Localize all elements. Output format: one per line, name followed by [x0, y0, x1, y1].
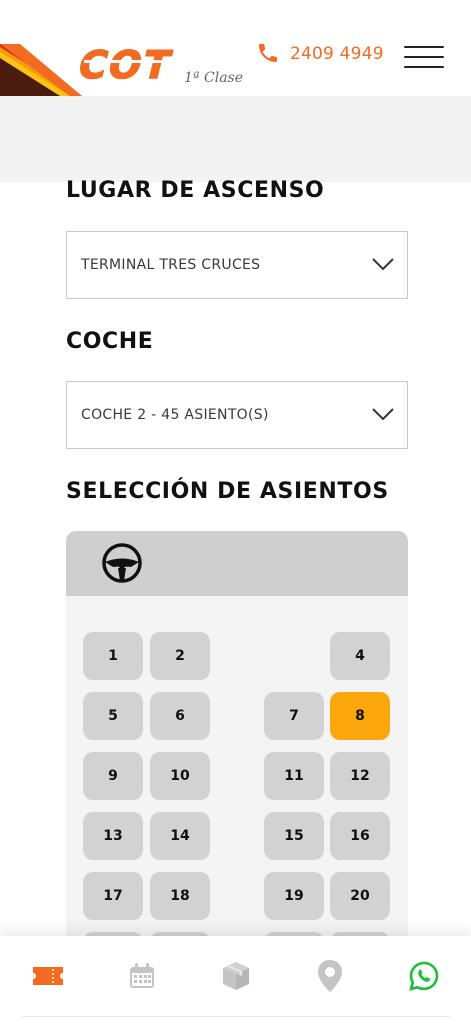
seat-8[interactable]: 8 — [330, 692, 390, 740]
phone-number[interactable]: 2409 4949 — [290, 44, 384, 64]
seat-selection-title: SELECCIÓN DE ASIENTOS — [66, 479, 389, 504]
seat-19[interactable]: 19 — [264, 872, 324, 920]
menu-line — [404, 46, 444, 48]
seat-16[interactable]: 16 — [330, 812, 390, 860]
calendar-icon — [130, 963, 154, 988]
ticket-icon — [33, 967, 63, 985]
whatsapp-icon — [409, 961, 439, 991]
seat-11[interactable]: 11 — [264, 752, 324, 800]
home-indicator-line — [22, 1016, 450, 1017]
nav-whatsapp[interactable] — [401, 956, 447, 996]
seat-17[interactable]: 17 — [83, 872, 143, 920]
header-spacer-band — [0, 96, 471, 182]
bottom-navigation — [0, 936, 471, 1024]
seat-18[interactable]: 18 — [150, 872, 210, 920]
seat-15[interactable]: 15 — [264, 812, 324, 860]
seat-6[interactable]: 6 — [150, 692, 210, 740]
seat-20[interactable]: 20 — [330, 872, 390, 920]
boarding-title: LUGAR DE ASCENSO — [66, 178, 325, 203]
steering-wheel-icon — [102, 543, 142, 583]
coach-title: COCHE — [66, 329, 154, 354]
coach-select[interactable]: COCHE 2 - 45 ASIENTO(S) — [66, 381, 408, 449]
app-header: COT 1ª Clase 2409 4949 — [0, 0, 471, 96]
nav-packages[interactable] — [213, 956, 259, 996]
hamburger-menu-button[interactable] — [404, 44, 446, 70]
logo-subtext: 1ª Clase — [184, 70, 243, 86]
location-pin-icon — [318, 960, 342, 992]
chevron-down-icon — [372, 408, 394, 421]
boarding-select-value: TERMINAL TRES CRUCES — [81, 257, 261, 273]
package-icon — [223, 962, 249, 990]
nav-schedule[interactable] — [119, 956, 165, 996]
seat-10[interactable]: 10 — [150, 752, 210, 800]
menu-line — [404, 56, 444, 58]
menu-line — [404, 66, 444, 68]
cot-logo[interactable]: COT 1ª Clase — [72, 38, 247, 89]
seat-14[interactable]: 14 — [150, 812, 210, 860]
brand-stripes-graphic — [0, 44, 82, 96]
bus-driver-area — [66, 531, 408, 596]
logo-text: COT — [74, 44, 177, 88]
nav-tickets[interactable] — [25, 956, 71, 996]
seat-12[interactable]: 12 — [330, 752, 390, 800]
seat-5[interactable]: 5 — [83, 692, 143, 740]
phone-icon[interactable] — [256, 40, 280, 66]
nav-locations[interactable] — [307, 956, 353, 996]
seat-4[interactable]: 4 — [330, 632, 390, 680]
seat-9[interactable]: 9 — [83, 752, 143, 800]
bus-seat-map: 1 2 4 5 6 7 8 9 10 11 12 13 14 15 16 17 18 19 20 — [66, 531, 408, 971]
boarding-select[interactable]: TERMINAL TRES CRUCES — [66, 231, 408, 299]
chevron-down-icon — [372, 258, 394, 271]
seat-1[interactable]: 1 — [83, 632, 143, 680]
coach-select-value: COCHE 2 - 45 ASIENTO(S) — [81, 407, 269, 423]
seat-2[interactable]: 2 — [150, 632, 210, 680]
seat-7[interactable]: 7 — [264, 692, 324, 740]
seat-13[interactable]: 13 — [83, 812, 143, 860]
